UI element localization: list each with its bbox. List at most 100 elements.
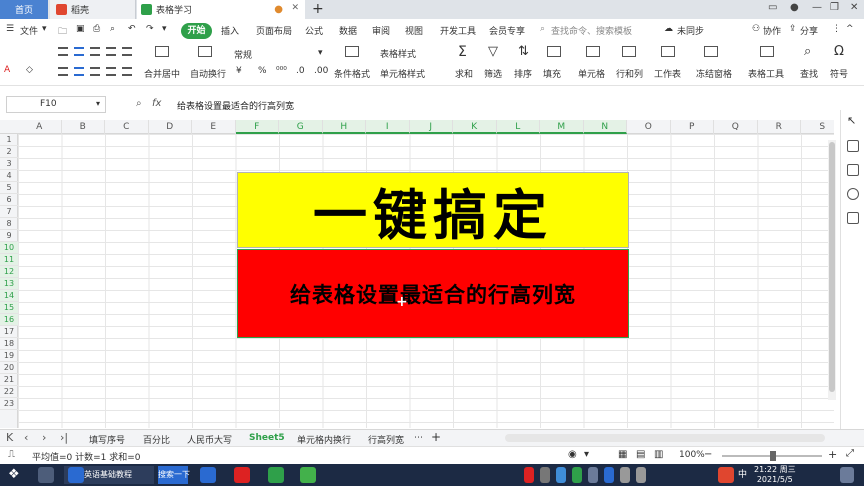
column-header[interactable]: O xyxy=(627,120,671,134)
cell-style-button[interactable]: 单元格样式 xyxy=(380,67,425,80)
column-header[interactable]: A xyxy=(18,120,62,134)
normal-view-icon[interactable]: ▦ xyxy=(618,449,627,460)
find-icon[interactable]: ⌕ xyxy=(804,44,811,59)
symbol-icon[interactable]: Ω xyxy=(834,44,844,59)
sum-button[interactable]: 求和 xyxy=(455,67,473,80)
tray-wechat-icon[interactable] xyxy=(572,467,582,483)
column-header[interactable]: D xyxy=(149,120,192,134)
column-header[interactable]: N xyxy=(583,120,627,134)
page-break-view-icon[interactable]: ▥ xyxy=(654,449,663,460)
column-header[interactable]: P xyxy=(671,120,714,134)
volume-icon[interactable] xyxy=(620,467,630,483)
column-header[interactable]: I xyxy=(366,120,410,134)
filter-button[interactable]: 筛选 xyxy=(484,67,502,80)
backup-icon[interactable] xyxy=(847,164,859,176)
avatar[interactable]: ● xyxy=(790,2,799,13)
more-icon[interactable]: ⋮ xyxy=(832,24,841,34)
redo-icon[interactable]: ↷ xyxy=(146,24,154,34)
column-header[interactable]: G xyxy=(279,120,323,134)
font-color-icon[interactable]: A xyxy=(4,65,10,75)
properties-icon[interactable] xyxy=(847,140,859,152)
wechat-icon[interactable] xyxy=(300,467,316,483)
row-header[interactable]: 19 xyxy=(0,350,18,362)
undo-icon[interactable]: ↶ xyxy=(128,24,136,34)
sheet-tab-sheet5[interactable]: Sheet5 xyxy=(249,433,285,443)
row-col-icon[interactable] xyxy=(622,46,636,57)
currency-icon[interactable]: ¥ xyxy=(236,66,242,76)
increase-decimal-icon[interactable]: .0 xyxy=(296,66,305,76)
tray-network-icon[interactable] xyxy=(588,467,598,483)
table-tools-button[interactable]: 表格工具 xyxy=(748,67,784,80)
share-panel-icon[interactable] xyxy=(847,212,859,224)
align-center-icon[interactable] xyxy=(74,67,84,76)
name-box[interactable]: F10 xyxy=(6,96,106,113)
file-dropdown-icon[interactable]: ▾ xyxy=(42,24,47,34)
status-toggle-icon[interactable]: ▾ xyxy=(584,449,589,460)
row-header[interactable]: 3 xyxy=(0,158,18,170)
tab-daoke[interactable]: 稻壳 xyxy=(50,0,136,19)
merged-subtitle-cell[interactable]: 给表格设置最适合的行高列宽 xyxy=(237,249,629,338)
symbol-button[interactable]: 符号 xyxy=(830,67,848,80)
column-header[interactable]: Q xyxy=(714,120,758,134)
et-icon[interactable] xyxy=(268,467,284,483)
edge-icon[interactable] xyxy=(200,467,216,483)
cond-format-button[interactable]: 条件格式 xyxy=(334,67,370,80)
sheet-tab-percent[interactable]: 百分比 xyxy=(143,433,170,446)
row-header[interactable]: 7 xyxy=(0,206,18,218)
close-window-icon[interactable]: ✕ xyxy=(850,2,858,13)
cell-button[interactable]: 单元格 xyxy=(578,67,605,80)
worksheet-button[interactable]: 工作表 xyxy=(654,67,681,80)
row-col-button[interactable]: 行和列 xyxy=(616,67,643,80)
command-search[interactable]: 查找命令、搜索模板 xyxy=(551,24,632,37)
save-icon[interactable]: ▣ xyxy=(76,24,85,34)
menu-data[interactable]: 数据 xyxy=(339,24,357,37)
justify-icon[interactable] xyxy=(106,67,116,76)
column-header[interactable]: L xyxy=(496,120,540,134)
fill-icon[interactable] xyxy=(547,46,561,57)
system-clock[interactable]: 21:22 周三 2021/5/5 xyxy=(754,465,796,485)
fx-icon[interactable]: fx xyxy=(152,98,161,109)
menu-developer[interactable]: 开发工具 xyxy=(440,24,476,37)
column-header[interactable]: H xyxy=(322,120,366,134)
column-header[interactable]: E xyxy=(192,120,236,134)
align-left-icon[interactable] xyxy=(58,67,68,76)
sync-status[interactable]: 未同步 xyxy=(677,24,704,37)
tray-wps-icon[interactable] xyxy=(524,467,534,483)
menu-file[interactable]: 文件 xyxy=(20,24,38,37)
row-header[interactable]: 23 xyxy=(0,398,18,410)
number-format-select[interactable]: 常规 xyxy=(234,48,252,61)
column-header[interactable]: R xyxy=(758,120,801,134)
collab-button[interactable]: 协作 xyxy=(763,24,781,37)
notification-icon[interactable] xyxy=(840,467,854,483)
clear-format-icon[interactable]: ◇ xyxy=(26,65,33,75)
vertical-scroll-thumb[interactable] xyxy=(829,142,835,392)
page-layout-view-icon[interactable]: ▤ xyxy=(636,449,645,460)
tray-qq-icon[interactable] xyxy=(556,467,566,483)
collab-icon[interactable]: ⚇ xyxy=(752,24,760,34)
filter-icon[interactable]: ▽ xyxy=(488,44,498,59)
sheet-tab-wrap[interactable]: 单元格内换行 xyxy=(297,433,351,446)
column-header[interactable]: K xyxy=(453,120,497,134)
zoom-level[interactable]: 100% xyxy=(679,450,705,460)
row-header[interactable]: 13 xyxy=(0,278,18,290)
taskview-icon[interactable] xyxy=(38,467,54,483)
eye-protect-icon[interactable]: ◉ xyxy=(568,449,577,460)
number-format-dropdown-icon[interactable]: ▾ xyxy=(318,48,323,58)
indent-icon[interactable] xyxy=(106,47,116,56)
merge-center-icon[interactable] xyxy=(155,46,169,57)
cell-icon[interactable] xyxy=(586,46,600,57)
row-header[interactable]: 14 xyxy=(0,290,18,302)
first-sheet-icon[interactable]: K xyxy=(6,431,13,444)
next-sheet-icon[interactable]: › xyxy=(42,431,46,444)
cond-format-icon[interactable] xyxy=(345,46,359,57)
menu-view[interactable]: 视图 xyxy=(405,24,423,37)
menu-review[interactable]: 审阅 xyxy=(372,24,390,37)
menu-page-layout[interactable]: 页面布局 xyxy=(256,24,292,37)
row-header[interactable]: 5 xyxy=(0,182,18,194)
row-header[interactable]: 16 xyxy=(0,314,18,326)
tab-home[interactable]: 首页 xyxy=(0,0,48,19)
row-header[interactable]: 10 xyxy=(0,242,18,254)
freeze-panes-icon[interactable] xyxy=(704,46,718,57)
table-style-button[interactable]: 表格样式 xyxy=(380,47,416,60)
menu-formula[interactable]: 公式 xyxy=(305,24,323,37)
